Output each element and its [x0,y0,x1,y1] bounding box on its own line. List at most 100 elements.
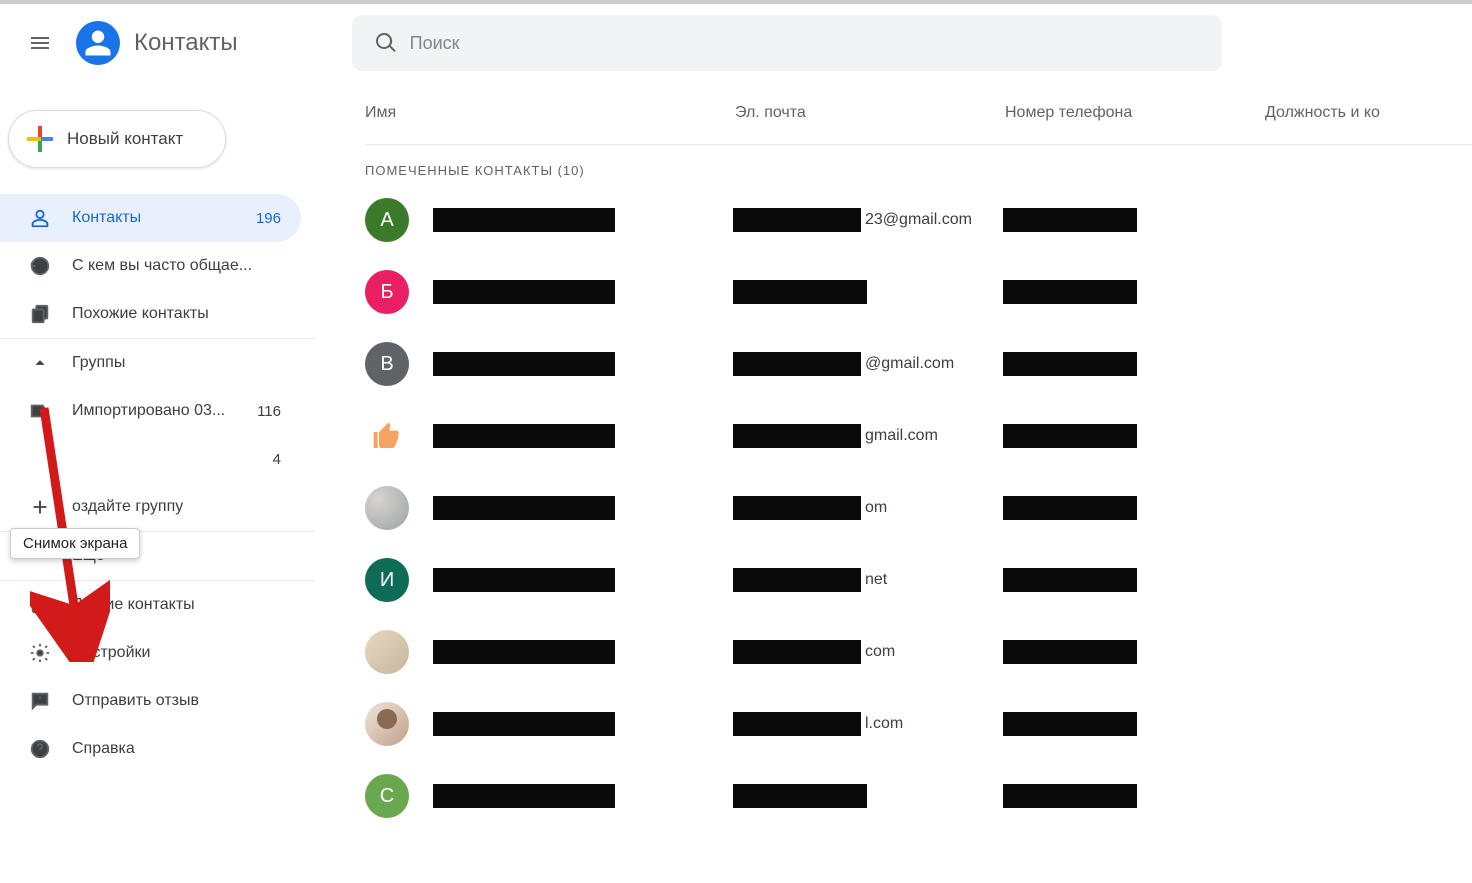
sidebar-groups-header[interactable]: Группы [0,339,301,387]
redacted-phone [1003,568,1137,592]
person-outline-icon [28,206,52,230]
search-icon-wrapper[interactable] [362,19,410,67]
redacted-phone [1003,496,1137,520]
sidebar-other-contacts[interactable]: Другие контакты [0,581,301,629]
starred-section-label: ПОМЕЧЕННЫЕ КОНТАКТЫ (10) [365,145,1472,192]
redacted-name [433,568,615,592]
column-header-email[interactable]: Эл. почта [735,104,1005,122]
redacted-name [433,424,615,448]
feedback-icon [28,689,52,713]
new-contact-button[interactable]: Новый контакт [8,110,226,168]
email-suffix: gmail.com [865,427,938,445]
contact-avatar [365,702,409,746]
column-header-name[interactable]: Имя [365,104,735,122]
contact-phone-cell [1003,784,1263,808]
gear-icon [28,641,52,665]
contact-avatar: В [365,342,409,386]
search-icon [374,31,398,55]
redacted-phone [1003,352,1137,376]
redacted-email [733,784,867,808]
contact-name-cell [433,208,733,232]
groups-header-label: Группы [72,354,281,372]
sidebar-create-group[interactable]: оздайте группу [0,483,301,531]
contact-name-cell [433,568,733,592]
sidebar-item-frequent[interactable]: С кем вы часто общае... [0,242,301,290]
app-header: Контакты [0,4,1472,82]
sidebar-item-contacts[interactable]: Контакты 196 [0,194,301,242]
contact-name-cell [433,496,733,520]
sidebar: Новый контакт Контакты 196 С кем вы част… [0,82,315,883]
column-headers: Имя Эл. почта Номер телефона Должность и… [365,82,1472,144]
email-suffix: l.com [865,715,903,733]
plus-icon [28,495,52,519]
redacted-name [433,496,615,520]
sidebar-item-duplicates[interactable]: Похожие контакты [0,290,301,338]
contact-avatar: Б [365,270,409,314]
sidebar-feedback[interactable]: Отправить отзыв [0,677,301,725]
sidebar-item-label: Отправить отзыв [72,692,281,710]
contact-name-cell [433,424,733,448]
plus-multicolor-icon [27,126,53,152]
contact-avatar [365,486,409,530]
redacted-name [433,280,615,304]
sidebar-item-label: Справка [72,740,281,758]
sidebar-item-label: С кем вы часто общае... [72,257,281,275]
copy-icon [28,302,52,326]
main-menu-button[interactable] [16,19,64,67]
email-suffix: com [865,643,895,661]
contact-row[interactable]: om [365,486,1472,530]
contact-email-cell: @gmail.com [733,352,1003,376]
sidebar-help[interactable]: Справка [0,725,301,773]
column-header-job[interactable]: Должность и ко [1265,104,1472,122]
contact-name-cell [433,712,733,736]
sidebar-group-hidden[interactable]: 4 [0,435,301,483]
sidebar-item-count: 116 [257,403,281,420]
sidebar-item-label: Другие контакты [72,596,281,614]
contact-row[interactable]: А23@gmail.com [365,198,1472,242]
redacted-name [433,352,615,376]
redacted-phone [1003,712,1137,736]
sidebar-item-label: Похожие контакты [72,305,281,323]
redacted-phone [1003,208,1137,232]
search-input[interactable] [410,33,1212,54]
contact-row[interactable]: Б [365,270,1472,314]
archive-plus-icon [28,593,52,617]
contact-name-cell [433,640,733,664]
contact-row[interactable]: gmail.com [365,414,1472,458]
sidebar-item-count: 4 [273,451,281,468]
help-icon [28,737,52,761]
contact-row[interactable]: l.com [365,702,1472,746]
contact-name-cell [433,784,733,808]
contact-avatar: И [365,558,409,602]
sidebar-item-label: Импортировано 03... [72,402,237,420]
contact-phone-cell [1003,424,1263,448]
contact-email-cell: l.com [733,712,1003,736]
email-suffix: om [865,499,887,517]
sidebar-item-label: оздайте группу [72,498,281,516]
contact-name-cell [433,352,733,376]
redacted-email [733,712,861,736]
sidebar-item-count: 196 [256,210,281,227]
contact-avatar: А [365,198,409,242]
new-contact-label: Новый контакт [67,129,183,149]
redacted-name [433,208,615,232]
contact-list: А23@gmail.com БВ @gmail.com gmail.com om Иnet… [365,198,1472,818]
contact-avatar [365,414,409,458]
contact-row[interactable]: В @gmail.com [365,342,1472,386]
sidebar-group-imported[interactable]: Импортировано 03... 116 [0,387,301,435]
hamburger-icon [28,31,52,55]
screenshot-tooltip: Снимок экрана [10,528,140,559]
contact-phone-cell [1003,496,1263,520]
redacted-email [733,568,861,592]
sidebar-settings[interactable]: Настройки [0,629,301,677]
contact-row[interactable]: Иnet [365,558,1472,602]
contact-avatar [365,630,409,674]
contact-row[interactable]: com [365,630,1472,674]
thumbs-up-icon [371,420,403,452]
column-header-phone[interactable]: Номер телефона [1005,104,1265,122]
contact-row[interactable]: С [365,774,1472,818]
clock-history-icon [28,254,52,278]
email-suffix: @gmail.com [865,355,954,373]
contact-email-cell [733,784,1003,808]
contact-name-cell [433,280,733,304]
